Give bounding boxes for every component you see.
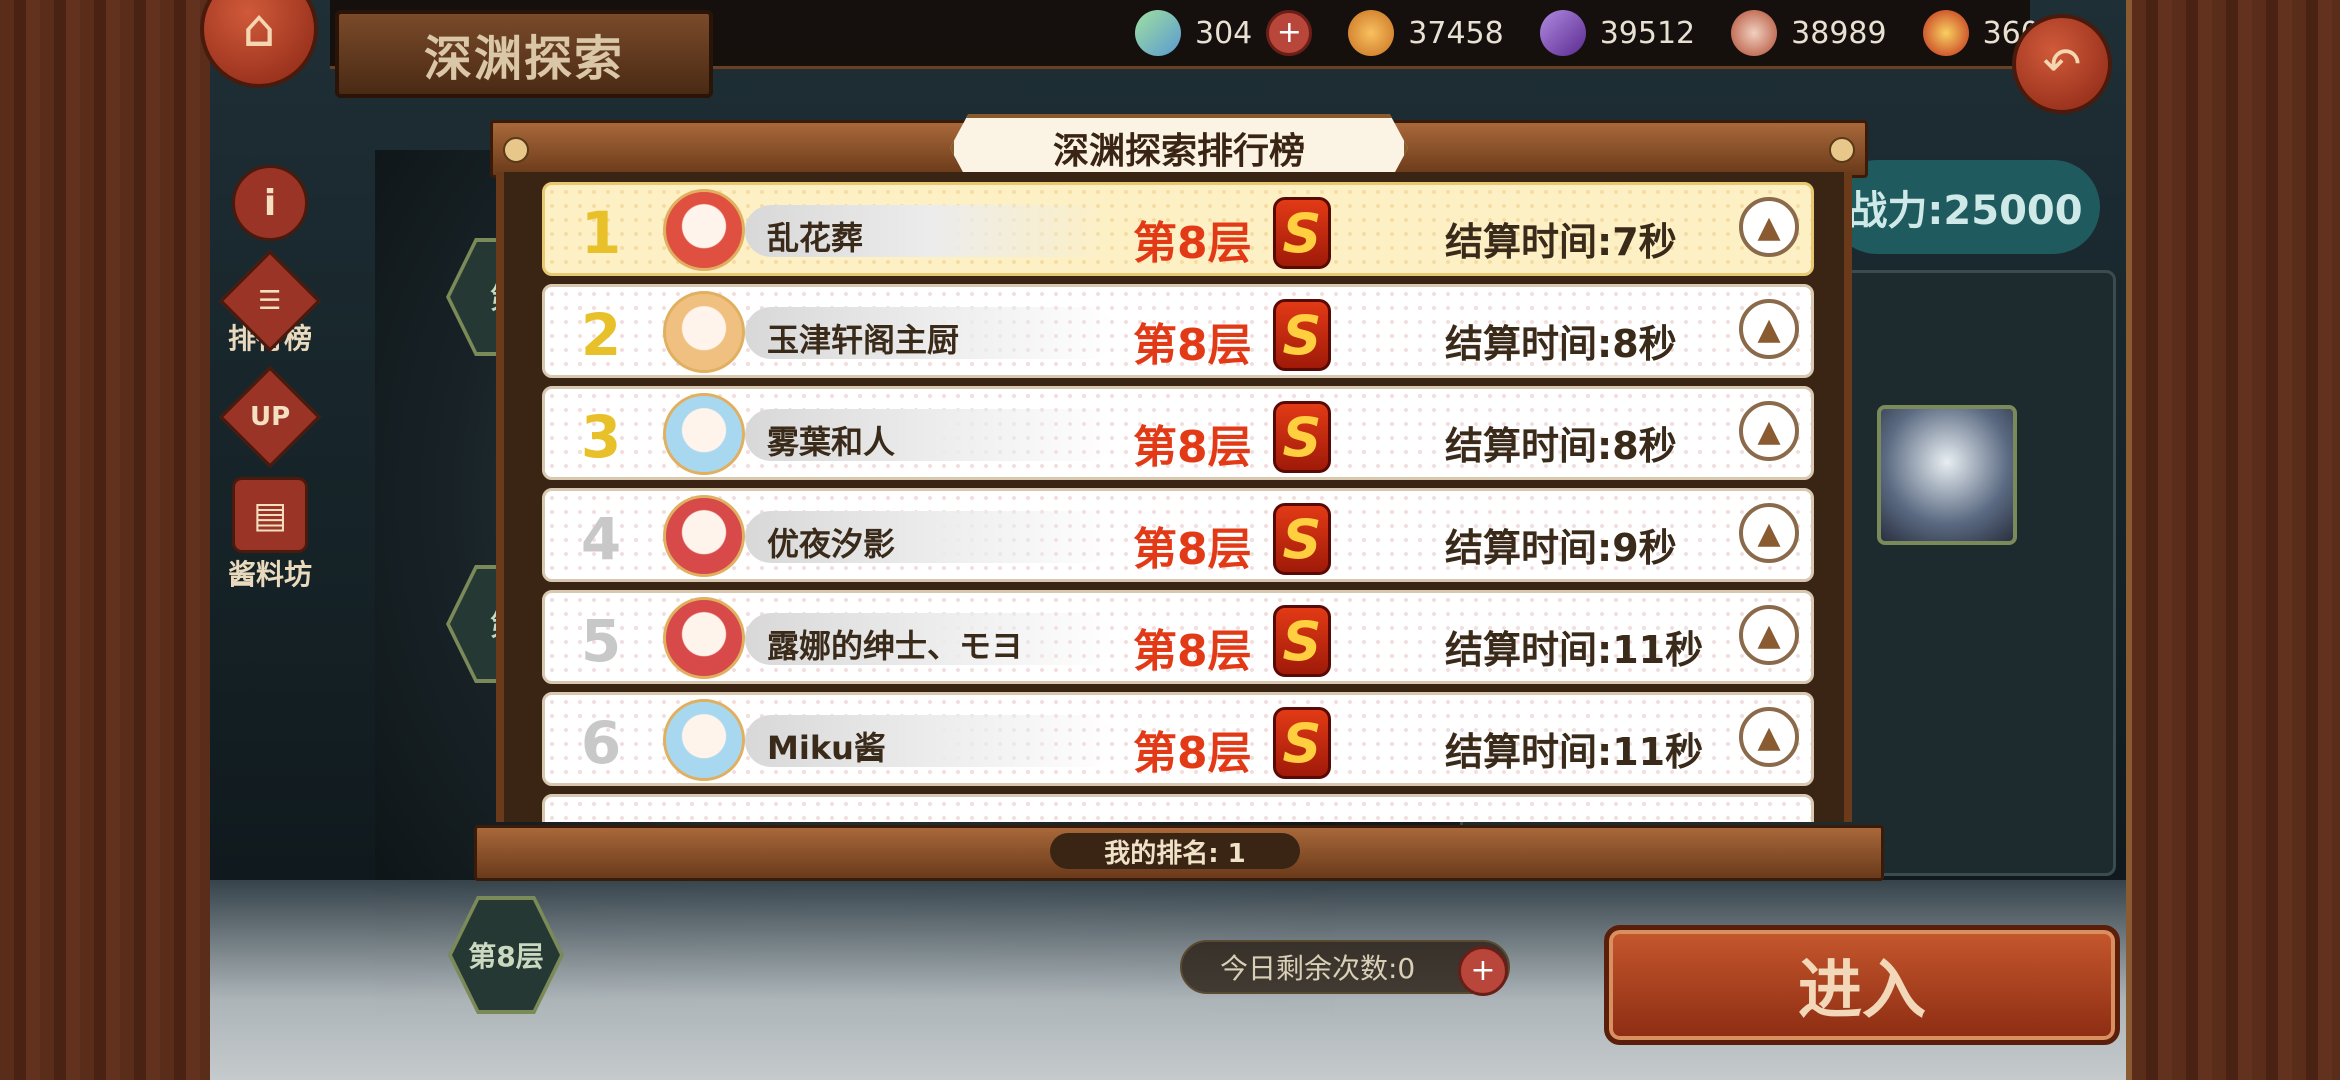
resource-gem: 304 +	[1135, 10, 1313, 56]
resource-crystal: 39512	[1539, 10, 1696, 56]
triangle-up-icon: ▲	[1757, 209, 1781, 245]
home-icon: ⌂	[242, 0, 276, 59]
rank-number: 6	[580, 709, 622, 777]
player-name: 乱花葬	[767, 219, 864, 257]
player-avatar[interactable]	[663, 291, 745, 373]
floor-reached: 第8层	[1133, 626, 1252, 677]
floor-reached: 第8层	[1133, 218, 1252, 269]
player-avatar[interactable]	[663, 189, 745, 271]
triangle-up-icon: ▲	[1757, 617, 1781, 653]
settle-time: 结算时间:11秒	[1445, 628, 1704, 672]
side-item-info[interactable]: i	[220, 165, 320, 241]
my-rank-label: 我的排名: 1	[1050, 833, 1300, 869]
rank-number: 3	[580, 403, 622, 471]
floor-reached: 第8层	[1133, 422, 1252, 473]
view-details-button[interactable]: ▲	[1739, 605, 1799, 665]
ranking-modal: 深渊探索排行榜 1 乱花葬 第8层 S 结算时间:7秒 ▲ 2 玉津轩阁主厨 第8层 S 结算时间:…	[474, 114, 1884, 881]
ranking-list-scroll[interactable]: 1 乱花葬 第8层 S 结算时间:7秒 ▲ 2 玉津轩阁主厨 第8层 S 结算时间:8秒 ▲ 3 雾葉和人…	[496, 172, 1852, 822]
side-item-workshop-label: 酱料坊	[227, 558, 312, 591]
view-details-button[interactable]: ▲	[1739, 401, 1799, 461]
settle-time: 结算时间:9秒	[1445, 526, 1677, 570]
player-name: 雾葉和人	[767, 423, 896, 461]
meat-count: 38989	[1791, 15, 1887, 51]
wood-frame-right	[2126, 0, 2340, 1080]
rank-number: 4	[580, 505, 622, 573]
grade-badge: S	[1273, 299, 1331, 371]
ranking-row[interactable]: 6 Miku酱 第8层 S 结算时间:11秒 ▲	[542, 692, 1814, 786]
player-name: 优夜汐影	[767, 525, 896, 563]
view-details-button[interactable]: ▲	[1739, 707, 1799, 767]
floor-reached: 第8层	[1133, 524, 1252, 575]
player-name: 露娜的绅士、モヨ	[767, 627, 1024, 665]
grade-badge: S	[1273, 197, 1331, 269]
boss-avatar[interactable]	[1877, 405, 2017, 545]
add-attempts-button[interactable]: +	[1458, 946, 1508, 996]
meat-icon	[1731, 10, 1778, 56]
view-details-button[interactable]: ▲	[1739, 197, 1799, 257]
ranking-row-partial[interactable]	[542, 794, 1814, 822]
workshop-icon: ▤	[232, 477, 308, 553]
combat-power-label: 战力:25000	[1830, 160, 2100, 254]
player-avatar[interactable]	[663, 495, 745, 577]
triangle-up-icon: ▲	[1757, 413, 1781, 449]
player-avatar[interactable]	[663, 393, 745, 475]
resource-potion: 37458	[1348, 10, 1504, 56]
player-avatar[interactable]	[663, 597, 745, 679]
grade-badge: S	[1273, 401, 1331, 473]
rivet-icon	[503, 137, 529, 163]
rank-number: 2	[580, 301, 622, 369]
ranking-row[interactable]: 5 露娜的绅士、モヨ 第8层 S 结算时间:11秒 ▲	[542, 590, 1814, 684]
side-menu: i ☰ 排行榜 UP ▤ 酱料坊	[219, 165, 321, 617]
side-item-workshop[interactable]: ▤ 酱料坊	[220, 477, 320, 593]
floor-reached: 第8层	[1133, 728, 1252, 779]
gem-icon	[1135, 10, 1181, 56]
remaining-attempts: 今日剩余次数:0 +	[1180, 940, 1510, 996]
grade-badge: S	[1273, 707, 1331, 779]
return-icon: ↶	[2042, 37, 2082, 91]
pot-icon	[1922, 10, 1969, 56]
ranking-row[interactable]: 3 雾葉和人 第8层 S 结算时间:8秒 ▲	[542, 386, 1814, 480]
settle-time: 结算时间:8秒	[1445, 322, 1677, 366]
side-item-ranking[interactable]: ☰ 排行榜	[219, 250, 321, 357]
potion-icon	[1348, 10, 1395, 56]
view-details-button[interactable]: ▲	[1739, 299, 1799, 359]
rivet-icon	[1829, 137, 1855, 163]
triangle-up-icon: ▲	[1757, 719, 1781, 755]
ranking-row[interactable]: 1 乱花葬 第8层 S 结算时间:7秒 ▲	[542, 182, 1814, 276]
grade-badge: S	[1273, 605, 1331, 677]
settle-time: 结算时间:7秒	[1445, 220, 1677, 264]
player-name: 玉津轩阁主厨	[767, 321, 960, 359]
settle-time: 结算时间:11秒	[1445, 730, 1704, 774]
upgrade-icon: UP	[219, 366, 321, 468]
view-details-button[interactable]: ▲	[1739, 503, 1799, 563]
wood-frame-left	[0, 0, 216, 1080]
page-title: 深渊探索	[335, 10, 713, 98]
floor-reached: 第8层	[1133, 320, 1252, 371]
info-icon: i	[232, 165, 308, 241]
ranking-list: 1 乱花葬 第8层 S 结算时间:7秒 ▲ 2 玉津轩阁主厨 第8层 S 结算时间:8秒 ▲ 3 雾葉和人…	[542, 182, 1814, 822]
crystal-count: 39512	[1599, 15, 1696, 51]
gem-count: 304	[1195, 15, 1253, 51]
resource-list: 304 + 37458 39512 38989 36044	[1135, 10, 2078, 56]
player-name: Miku酱	[767, 729, 886, 767]
ranking-row[interactable]: 2 玉津轩阁主厨 第8层 S 结算时间:8秒 ▲	[542, 284, 1814, 378]
settle-time: 结算时间:8秒	[1445, 424, 1677, 468]
ranking-row[interactable]: 4 优夜汐影 第8层 S 结算时间:9秒 ▲	[542, 488, 1814, 582]
side-item-upgrade[interactable]: UP	[219, 366, 321, 468]
rank-number: 5	[580, 607, 622, 675]
enter-button[interactable]: 进入	[1604, 925, 2120, 1045]
grade-badge: S	[1273, 503, 1331, 575]
triangle-up-icon: ▲	[1757, 311, 1781, 347]
back-button[interactable]: ↶	[2012, 14, 2112, 114]
resource-meat: 38989	[1731, 10, 1887, 56]
add-gem-button[interactable]: +	[1266, 10, 1313, 56]
potion-count: 37458	[1408, 15, 1504, 51]
remaining-attempts-label: 今日剩余次数:0	[1220, 952, 1416, 985]
triangle-up-icon: ▲	[1757, 515, 1781, 551]
crystal-icon	[1539, 10, 1586, 56]
player-avatar[interactable]	[663, 699, 745, 781]
rank-number: 1	[580, 199, 622, 267]
